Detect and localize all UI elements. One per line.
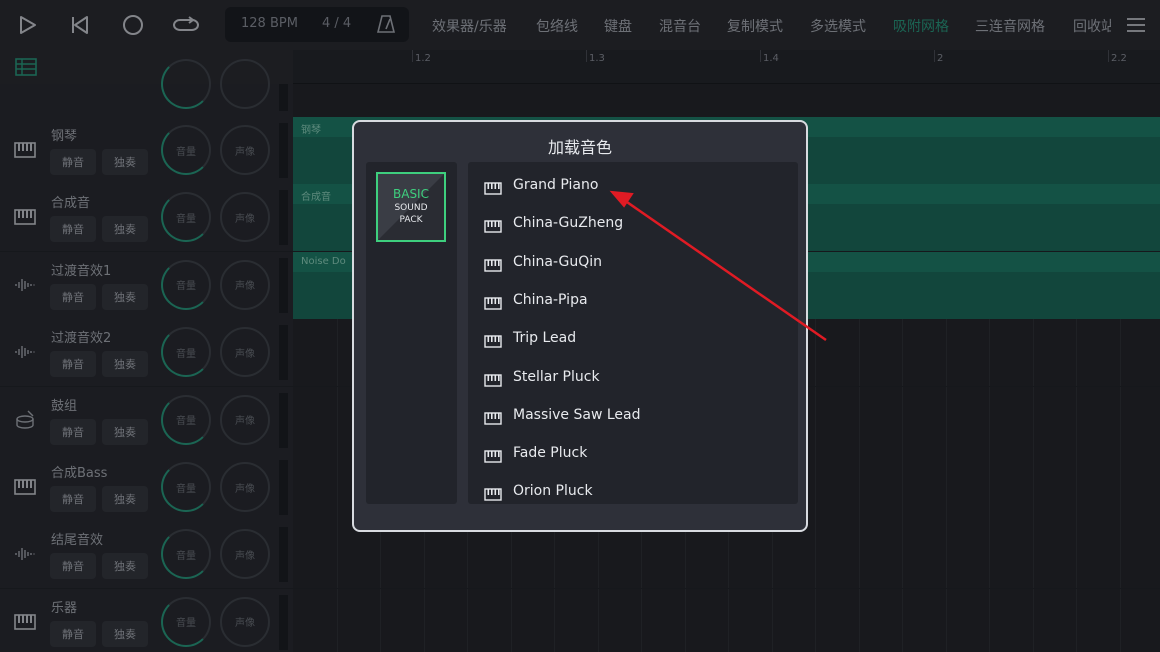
daw-app: 128 BPM 4 / 4 效果器/乐器 包络线 键盘 混音台 复制模式 多选模… [0,0,1160,652]
annotation-arrow [609,190,827,342]
